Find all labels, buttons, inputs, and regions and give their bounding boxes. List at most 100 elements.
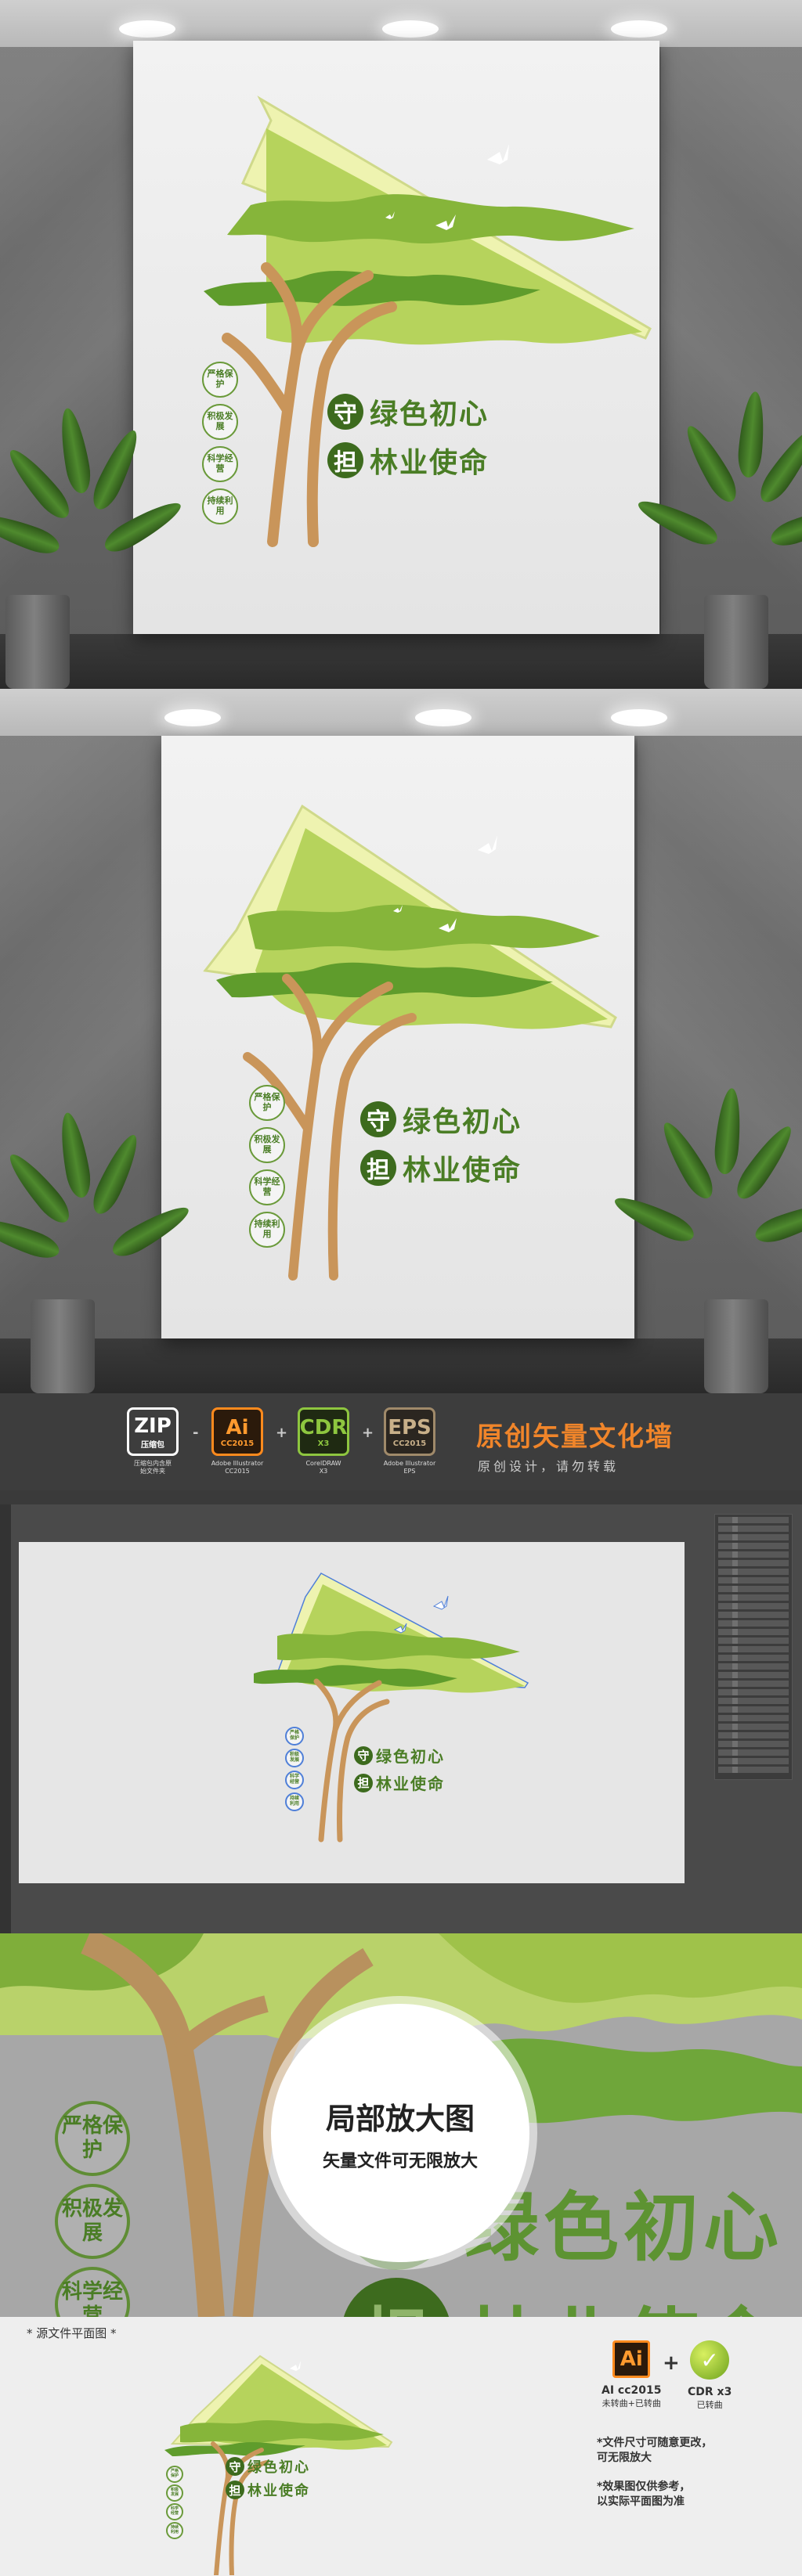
mockup-angled: 严格保护 积极发展 科学经营 持续利用 守 绿色初心 担 林业使命 xyxy=(0,689,802,1393)
value-circle: 严格保护 xyxy=(202,362,238,398)
slogan-line-2: 林业使命 xyxy=(464,2282,783,2317)
value-circle: 持续利用 xyxy=(285,1792,304,1811)
value-circle: 积极发展 xyxy=(249,1127,285,1163)
plant-right xyxy=(633,368,802,689)
slogan-line-2: 林业使命 xyxy=(403,1155,522,1187)
ai-note: 未转曲+已转曲 xyxy=(602,2398,661,2408)
value-circle: 严格保护 xyxy=(166,2466,183,2483)
wall-panel: 严格保护 积极发展 科学经营 持续利用 守 绿色初心 担 林业使命 xyxy=(161,736,634,1338)
zip-caption: 压缩包内含原 始文件夹 xyxy=(134,1460,172,1475)
value-circle: 科学经营 xyxy=(166,2503,183,2520)
ceiling-light xyxy=(415,709,471,726)
slogan-line-1: 绿色初心 xyxy=(403,1106,522,1138)
sign-title: 守 绿色初心 担 林业使命 xyxy=(360,1099,522,1188)
tools-panel[interactable] xyxy=(0,1504,11,1933)
plant-pot xyxy=(31,1299,95,1393)
slogan-line-2: 林业使命 xyxy=(247,2483,310,2499)
format-eps: EPS CC2015 Adobe Illustrator EPS xyxy=(374,1407,445,1475)
format-zip: ZIP 压缩包 压缩包内含原 始文件夹 xyxy=(117,1407,188,1475)
canopy-mid xyxy=(247,904,600,951)
ceiling-light xyxy=(382,20,439,38)
sign-title: 守 绿色初心 担 林业使命 xyxy=(226,2456,310,2500)
eps-caption: Adobe Illustrator EPS xyxy=(383,1460,436,1475)
value-circle: 持续利用 xyxy=(166,2522,183,2539)
note-resize: *文件尺寸可随意更改， 可无限放大 xyxy=(597,2437,713,2464)
brand-subtitle: 原创设计，请勿转载 xyxy=(478,1459,620,1474)
badge-dan: 担 xyxy=(226,2481,244,2499)
badge-shou: 守 xyxy=(327,394,363,430)
plant-pot xyxy=(704,1299,768,1393)
badge-dan: 担 xyxy=(360,1150,396,1186)
sign-title: 守 绿色初心 担 林业使命 xyxy=(327,391,489,481)
value-circle: 严格保护 xyxy=(55,2101,130,2176)
software-ai: Ai AI cc2015 未转曲+已转曲 xyxy=(602,2340,661,2409)
value-circle: 积极发展 xyxy=(285,1749,304,1767)
values-circles: 严格保护 积极发展 科学经营 持续利用 xyxy=(285,1727,304,1811)
value-circle: 积极发展 xyxy=(55,2184,130,2259)
badge-shou: 守 xyxy=(360,1101,396,1137)
bird-icon xyxy=(487,144,509,164)
slogan-line-2: 林业使命 xyxy=(376,1774,445,1793)
values-circles: 严格保护 积极发展 科学经营 持续利用 xyxy=(202,362,238,524)
tree-roof-graphic xyxy=(203,804,617,1281)
brand-title: 原创矢量文化墙 xyxy=(476,1421,674,1453)
zoom-subtitle: 矢量文件可无限放大 xyxy=(322,2151,478,2171)
value-circle: 科学经营 xyxy=(202,446,238,482)
ceiling-light xyxy=(611,20,667,38)
wall-panel: 严格保护 积极发展 科学经营 持续利用 守 绿色初心 担 林业使命 xyxy=(133,41,659,634)
value-circle: 持续利用 xyxy=(249,1212,285,1248)
illustrator-workspace: 严格保护 积极发展 科学经营 持续利用 守 绿色初心 担 林业使命 xyxy=(0,1490,802,1933)
ai-version: AI cc2015 xyxy=(602,2384,662,2397)
bird-icon xyxy=(432,1595,449,1610)
cdr-version: CDR x3 xyxy=(688,2386,732,2398)
source-plan: * 源文件平面图 * 严格保护 积极发展 科学经营 持续利用 守 绿色初心 担 … xyxy=(0,2317,802,2576)
plant-right xyxy=(609,1065,802,1393)
zoom-detail: 严格保护 积极发展 科学经营 守 绿色初心 担 林业使命 局部放大图 矢量文件可… xyxy=(0,1933,802,2317)
plus-icon: + xyxy=(276,1425,288,1441)
plant-pot xyxy=(5,595,70,689)
note-reference: *效果图仅供参考， 以实际平面图为准 xyxy=(597,2481,691,2508)
canopy-mid xyxy=(277,1630,520,1661)
ceiling-light xyxy=(164,709,221,726)
ceiling-light xyxy=(119,20,175,38)
value-circle: 积极发展 xyxy=(166,2484,183,2502)
plan-label: * 源文件平面图 * xyxy=(27,2326,117,2340)
format-ai: Ai CC2015 Adobe Illustrator CC2015 xyxy=(202,1407,273,1475)
values-circles: 严格保护 积极发展 科学经营 持续利用 xyxy=(249,1085,285,1248)
plus-icon: + xyxy=(362,1425,374,1441)
illustrator-icon: Ai xyxy=(612,2340,651,2378)
value-circle: 持续利用 xyxy=(202,488,238,524)
artboard[interactable]: 严格保护 积极发展 科学经营 持续利用 守 绿色初心 担 林业使命 xyxy=(19,1542,685,1883)
plant-pot xyxy=(704,595,768,689)
value-circle: 严格保护 xyxy=(285,1727,304,1746)
plant-left xyxy=(0,1080,194,1393)
slogan-line-2: 林业使命 xyxy=(370,447,490,479)
value-circle: 严格保护 xyxy=(249,1085,285,1121)
format-cdr: CDR X3 CorelDRAW X3 xyxy=(288,1407,359,1475)
layers-panel[interactable] xyxy=(714,1514,793,1780)
format-band: ZIP 压缩包 压缩包内含原 始文件夹 - Ai CC2015 Adobe Illu… xyxy=(0,1393,802,1490)
value-circle: 科学经营 xyxy=(285,1771,304,1789)
plus-icon: + xyxy=(663,2351,680,2375)
canopy-mid xyxy=(227,194,634,244)
slogan-line-1: 绿色初心 xyxy=(370,398,490,431)
badge-dan: 担 xyxy=(354,1773,373,1792)
value-circle: 科学经营 xyxy=(249,1169,285,1205)
cdr-caption: CorelDRAW X3 xyxy=(305,1460,341,1475)
value-circle: 积极发展 xyxy=(202,404,238,440)
badge-dan: 担 xyxy=(327,442,363,478)
values-circles: 严格保护 积极发展 科学经营 持续利用 xyxy=(166,2466,183,2539)
ceiling xyxy=(0,689,802,736)
bird-icon xyxy=(478,835,497,854)
plant-left xyxy=(0,376,186,689)
cdr-note: 已转曲 xyxy=(696,2400,723,2410)
menu-bar[interactable] xyxy=(0,1490,802,1504)
sign-title: 守 绿色初心 担 林业使命 xyxy=(354,1744,445,1794)
zoom-title: 局部放大图 xyxy=(325,2101,475,2136)
slogan-line-1: 绿色初心 xyxy=(247,2459,310,2476)
zoom-callout: 局部放大图 矢量文件可无限放大 xyxy=(271,2004,529,2262)
coreldraw-icon: ✓ xyxy=(690,2340,730,2380)
tree-roof-graphic xyxy=(254,1573,529,1843)
badge-shou: 守 xyxy=(226,2457,244,2476)
zip-label: ZIP xyxy=(134,1414,172,1438)
